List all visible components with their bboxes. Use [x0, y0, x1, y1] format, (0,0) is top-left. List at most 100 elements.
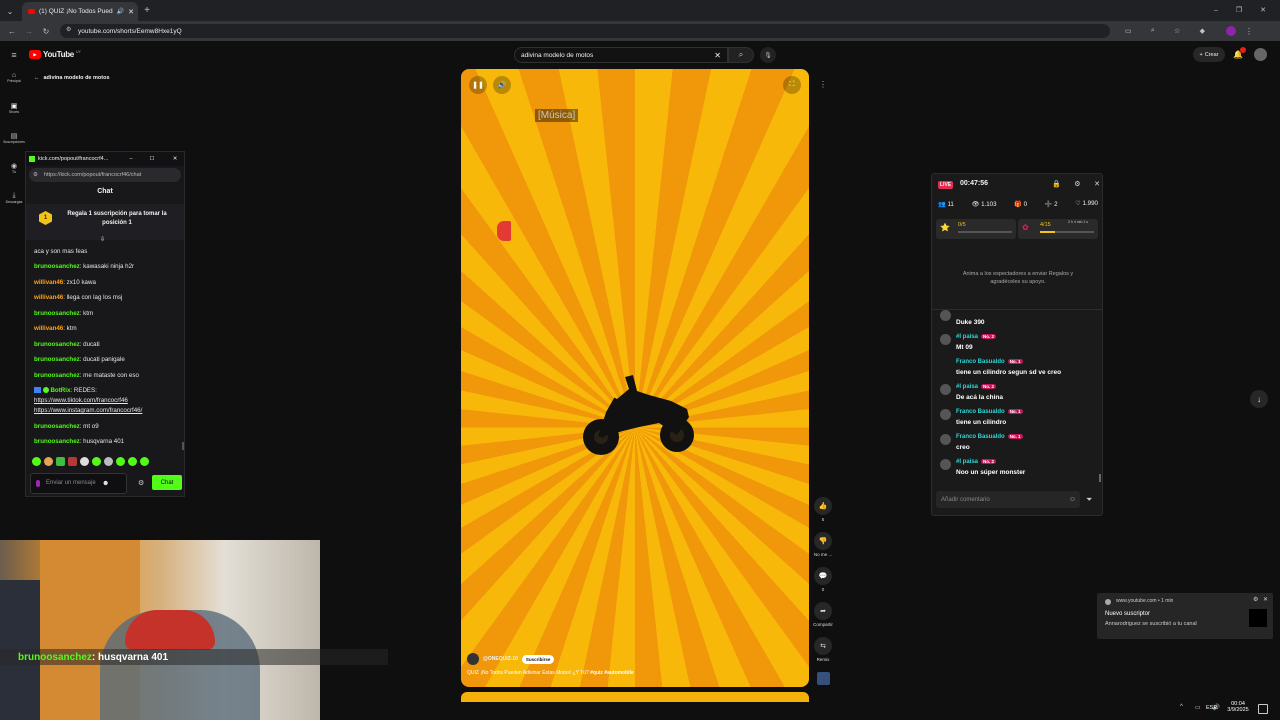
- chat-username[interactable]: brunoosanchez: [34, 372, 80, 379]
- popout-minimize-icon[interactable]: –: [124, 156, 138, 162]
- close-window-icon[interactable]: ✕: [1260, 6, 1266, 14]
- emote-icon[interactable]: [128, 457, 137, 466]
- address-bar-actions[interactable]: ▭ ⌕ ☆ ◆: [1125, 26, 1205, 36]
- profile-avatar[interactable]: [1226, 26, 1236, 36]
- new-tab-icon[interactable]: +: [141, 4, 153, 16]
- sidebar-item-downloads[interactable]: ⤓ Descargas: [0, 192, 28, 204]
- taskbar-clock[interactable]: 00:04 3/9/2025: [1222, 701, 1254, 713]
- avatar[interactable]: [940, 434, 951, 445]
- voice-search-button[interactable]: 🎙: [760, 47, 776, 63]
- tab-audio-icon[interactable]: 🔊: [117, 8, 124, 15]
- avatar[interactable]: [940, 459, 951, 470]
- window-controls[interactable]: – ❐ ✕: [1205, 4, 1275, 16]
- chat-username[interactable]: willivan46: [34, 294, 63, 301]
- sidebar-item-home[interactable]: ⌂ Principal: [0, 72, 28, 83]
- next-short-preview[interactable]: [461, 692, 809, 702]
- browser-tab[interactable]: (1) QUIZ ¡No Todos Pueden 🔊 ✕: [22, 2, 138, 21]
- avatar[interactable]: [940, 310, 951, 321]
- toast-settings-icon[interactable]: ⚙: [1253, 596, 1258, 603]
- popout-close-icon[interactable]: ✕: [166, 156, 184, 162]
- add-comment-input[interactable]: Añadir comentario ☺: [936, 491, 1080, 508]
- instagram-link[interactable]: https://www.instagram.com/francocrf46/: [26, 407, 142, 414]
- chat-username[interactable]: BotRix: [50, 387, 70, 394]
- emoji-icon[interactable]: ☺: [1069, 496, 1080, 503]
- pin-icon[interactable]: ⇩: [100, 236, 105, 243]
- lock-icon[interactable]: 🔒: [1052, 180, 1061, 188]
- back-icon[interactable]: ←: [6, 26, 18, 36]
- goal-card-2[interactable]: ✿ 4/15 2 h 4 min 1 s: [1018, 219, 1098, 239]
- video-title[interactable]: QUIZ ¡No Todos Pueden Adivinar Estas Mot…: [467, 670, 634, 676]
- filter-icon[interactable]: ⏷: [1086, 495, 1092, 505]
- like-button[interactable]: 👍 5: [814, 497, 832, 522]
- chat-username[interactable]: willivan46: [34, 325, 63, 332]
- emote-icon[interactable]: [68, 457, 77, 466]
- goal-card-1[interactable]: ⭐ 0/5: [936, 219, 1016, 239]
- comments-button[interactable]: 💬 0: [814, 567, 832, 592]
- emote-icon[interactable]: [56, 457, 65, 466]
- avatar[interactable]: [940, 384, 951, 395]
- emote-icon[interactable]: [44, 457, 53, 466]
- emote-icon[interactable]: [32, 457, 41, 466]
- comment-author[interactable]: Franco Basualdo No. 1: [956, 434, 1023, 440]
- tab-list-icon[interactable]: ⌄: [4, 5, 16, 17]
- chat-username[interactable]: willivan46: [34, 279, 63, 286]
- avatar[interactable]: [940, 409, 951, 420]
- popout-maximize-icon[interactable]: ☐: [141, 156, 163, 162]
- chat-username[interactable]: brunoosanchez: [34, 341, 80, 348]
- extension-icon[interactable]: ◆: [1200, 27, 1205, 35]
- bookmark-star-icon[interactable]: ☆: [1174, 27, 1180, 35]
- chat-username[interactable]: brunoosanchez: [34, 310, 80, 317]
- zoom-icon[interactable]: ⌕: [1151, 27, 1155, 35]
- tray-chevron-icon[interactable]: ^: [1180, 704, 1183, 711]
- forward-icon[interactable]: →: [23, 26, 35, 36]
- more-options-icon[interactable]: ⋮: [818, 78, 828, 90]
- reload-icon[interactable]: ↻: [40, 26, 52, 36]
- minimize-icon[interactable]: –: [1214, 7, 1218, 14]
- chat-settings-icon[interactable]: ⚙: [138, 479, 144, 487]
- chat-username[interactable]: brunoosanchez: [34, 438, 80, 445]
- site-info-icon[interactable]: ⚙: [66, 26, 71, 33]
- channel-avatar-video[interactable]: [467, 653, 479, 665]
- chat-username[interactable]: brunoosanchez: [34, 423, 80, 430]
- comment-author[interactable]: Franco Basualdo No. 1: [956, 359, 1023, 365]
- tiktok-link[interactable]: https://www.tiktok.com/francocrf46: [26, 397, 128, 404]
- url-field[interactable]: ⚙ youtube.com/shorts/Eemw8Hxe1yQ: [60, 24, 1110, 38]
- scroll-down-button[interactable]: ↓: [1250, 390, 1268, 408]
- emote-icon[interactable]: [116, 457, 125, 466]
- search-button[interactable]: ⌕: [728, 47, 754, 63]
- search-input[interactable]: adivina modelo de motos ✕: [514, 47, 728, 63]
- back-to-search-link[interactable]: ← adivina modelo de motos: [34, 75, 110, 81]
- share-button[interactable]: ➦ Compartir: [808, 602, 838, 627]
- fullscreen-button[interactable]: ⛶: [783, 76, 801, 94]
- emote-icon[interactable]: [104, 457, 113, 466]
- network-icon[interactable]: ▭: [1195, 704, 1201, 711]
- comment-author[interactable]: Franco Basualdo No. 1: [956, 409, 1023, 415]
- chat-username[interactable]: brunoosanchez: [34, 263, 80, 270]
- create-button[interactable]: + Crear: [1193, 47, 1225, 62]
- sidebar-item-subscriptions[interactable]: ▤ Suscripciones: [0, 132, 28, 144]
- keyboard-language[interactable]: ESP: [1206, 705, 1217, 711]
- browser-menu-icon[interactable]: ⋮: [1244, 26, 1254, 36]
- dislike-button[interactable]: 👎 No me ...: [810, 532, 836, 557]
- emote-icon[interactable]: [140, 457, 149, 466]
- chat-username[interactable]: brunoosanchez: [34, 356, 80, 363]
- channel-name[interactable]: @ONEQUIZ-10: [483, 656, 518, 662]
- sidebar-item-shorts[interactable]: ▣ Shorts: [0, 102, 28, 114]
- remix-button[interactable]: ⇆ Remix: [814, 637, 832, 662]
- chat-message-input[interactable]: Enviar un mensaje ☻: [30, 473, 127, 494]
- menu-hamburger-icon[interactable]: ≡: [8, 49, 20, 61]
- clear-search-icon[interactable]: ✕: [714, 51, 727, 60]
- toast-close-icon[interactable]: ✕: [1263, 596, 1268, 603]
- pause-button[interactable]: ❚❚: [469, 76, 487, 94]
- youtube-logo[interactable]: ▶ YouTube UY: [29, 50, 81, 59]
- cast-icon[interactable]: ▭: [1125, 27, 1132, 35]
- settings-icon[interactable]: ⚙: [1074, 180, 1080, 188]
- tab-close-icon[interactable]: ✕: [128, 8, 138, 16]
- notification-center-icon[interactable]: [1258, 704, 1268, 714]
- restore-icon[interactable]: ❐: [1236, 6, 1242, 14]
- shorts-video-player[interactable]: ❚❚ 🔊 ⛶ [Música] @ONEQUIZ-10 Suscribirse …: [461, 69, 809, 687]
- comment-author[interactable]: #I paisa No. 2: [956, 334, 997, 340]
- panel-close-icon[interactable]: ✕: [1094, 180, 1100, 188]
- emote-icon[interactable]: [80, 457, 89, 466]
- audio-thumbnail[interactable]: [817, 672, 830, 685]
